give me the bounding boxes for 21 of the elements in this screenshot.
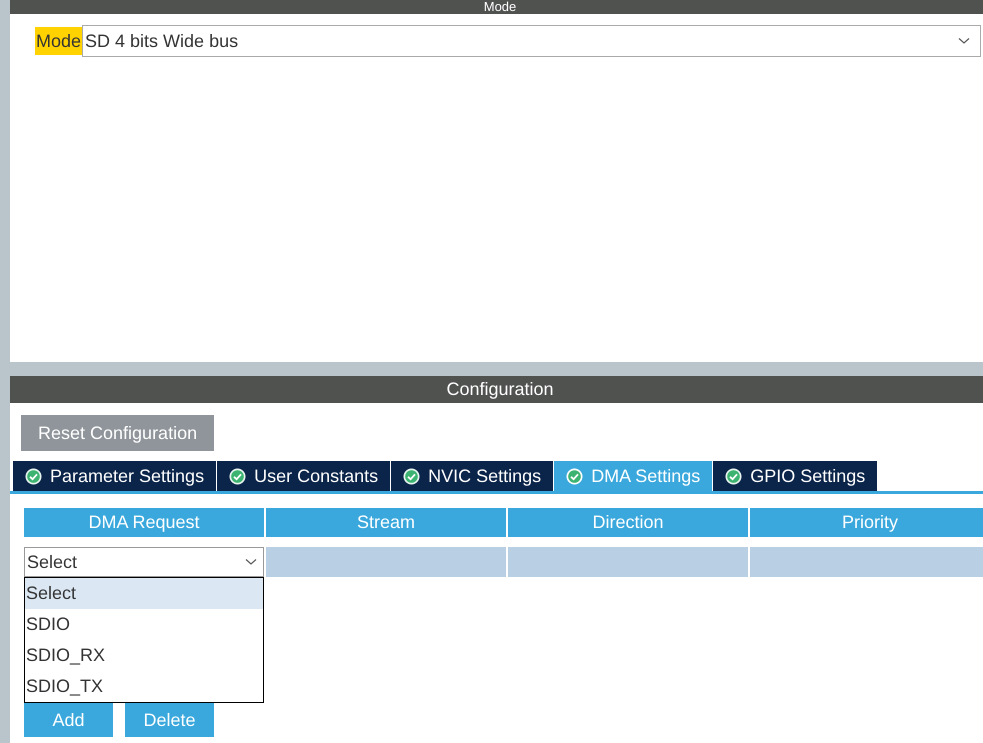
dma-request-select[interactable]: Select bbox=[24, 547, 264, 577]
column-header: DMA Request bbox=[24, 508, 264, 537]
chevron-down-icon bbox=[958, 37, 970, 45]
settings-tab[interactable]: User Constants bbox=[217, 461, 390, 491]
mode-label: Mode bbox=[35, 27, 82, 55]
settings-tab[interactable]: Parameter Settings bbox=[13, 461, 216, 491]
dropdown-option[interactable]: Select bbox=[25, 578, 263, 609]
check-circle-icon bbox=[403, 468, 420, 484]
settings-tab[interactable]: NVIC Settings bbox=[391, 461, 554, 491]
chevron-down-icon bbox=[245, 558, 257, 566]
column-header: Direction bbox=[508, 508, 748, 537]
check-circle-icon bbox=[25, 468, 42, 484]
check-circle-icon bbox=[725, 468, 742, 484]
panel-title: Mode bbox=[10, 0, 983, 14]
column-header: Stream bbox=[266, 508, 506, 537]
settings-tab[interactable]: GPIO Settings bbox=[713, 461, 878, 491]
check-circle-icon bbox=[566, 468, 584, 484]
mode-select[interactable]: SD 4 bits Wide bus bbox=[82, 25, 981, 57]
column-header: Priority bbox=[750, 508, 983, 537]
check-circle-icon bbox=[229, 468, 246, 484]
panel-title: Configuration bbox=[10, 376, 983, 403]
